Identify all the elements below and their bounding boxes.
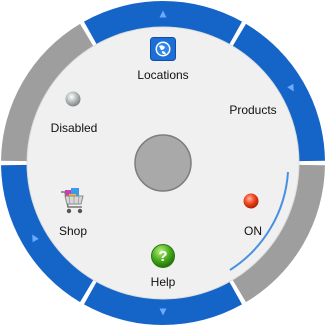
locations-label[interactable]: Locations	[137, 68, 188, 82]
help-icon[interactable]: ?	[151, 244, 175, 268]
on-label[interactable]: ON	[244, 224, 262, 238]
svg-text:?: ?	[158, 248, 167, 265]
products-label[interactable]: Products	[229, 103, 276, 117]
red-orb-icon[interactable]	[243, 193, 259, 209]
globe-icon[interactable]	[150, 37, 176, 61]
shopping-cart-icon[interactable]	[60, 187, 86, 215]
help-label[interactable]: Help	[151, 275, 176, 289]
center-button[interactable]	[134, 134, 192, 192]
grey-orb-icon	[65, 91, 81, 107]
shop-label[interactable]: Shop	[59, 224, 87, 238]
disabled-label: Disabled	[50, 121, 98, 135]
